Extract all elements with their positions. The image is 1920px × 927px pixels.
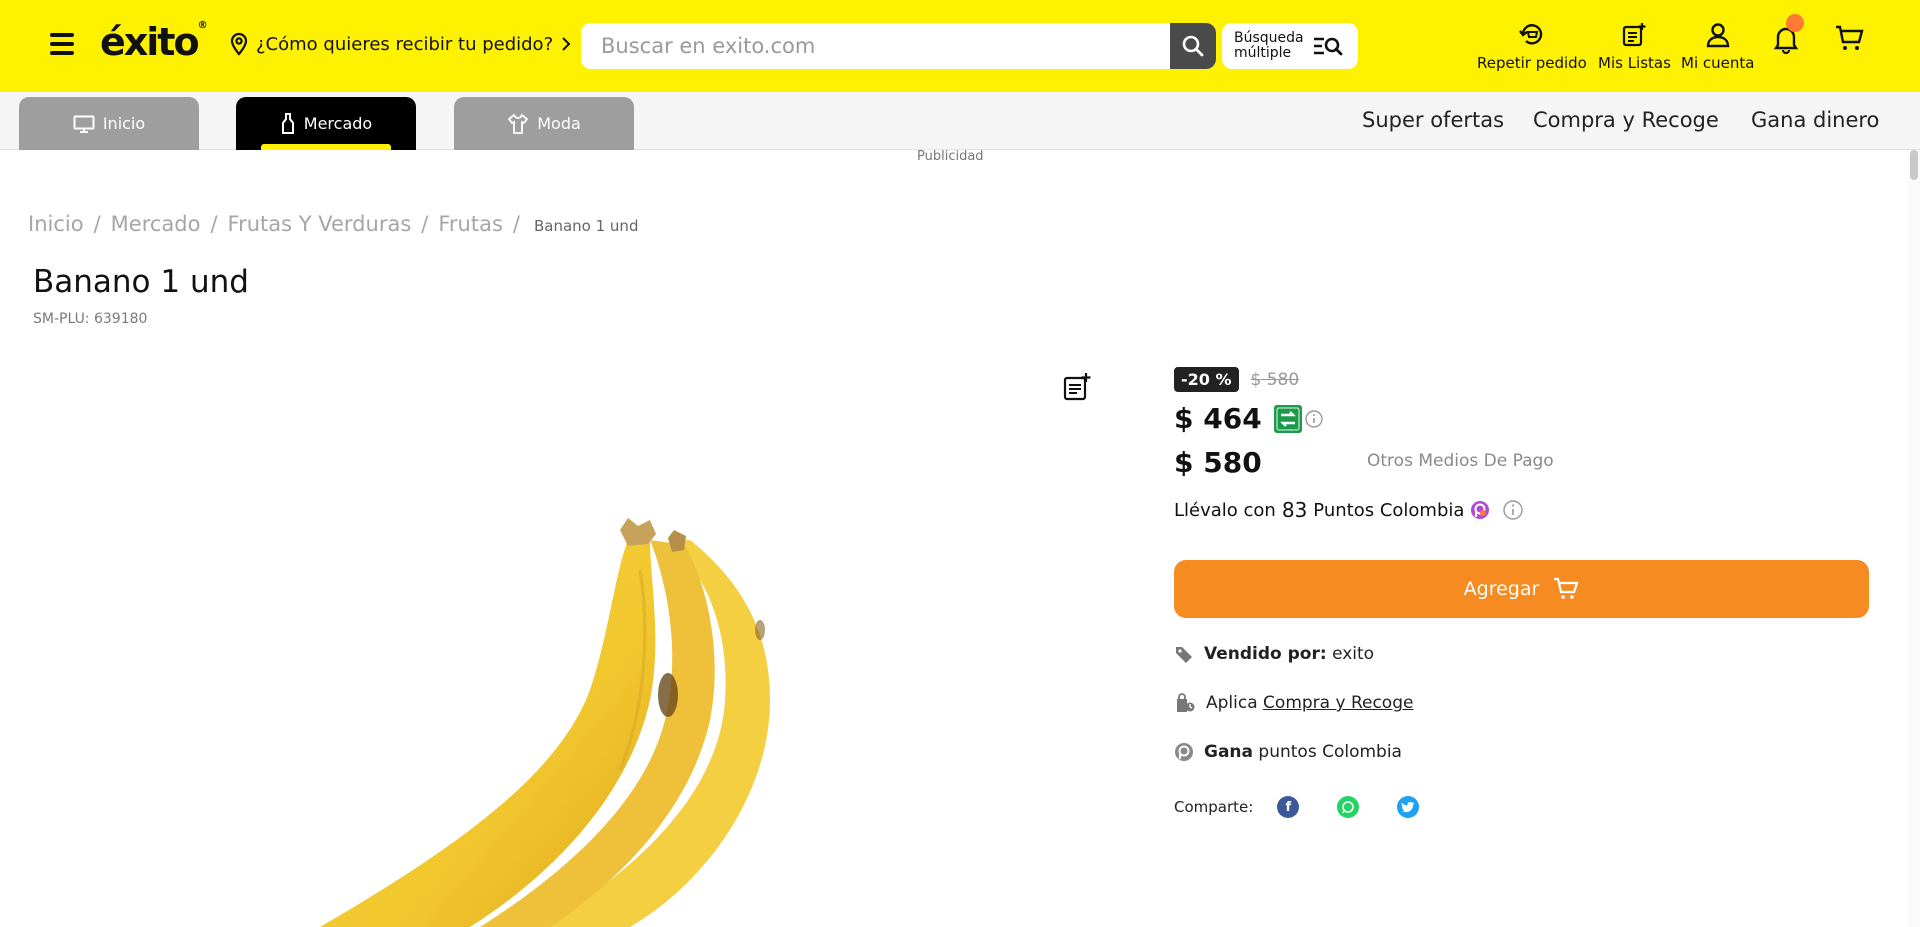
- pickup-row: Aplica Compra y Recoge: [1174, 692, 1413, 714]
- share-row: Comparte: f: [1174, 796, 1420, 818]
- tab-label: Mercado: [303, 114, 373, 133]
- my-account-button[interactable]: Mi cuenta: [1681, 22, 1754, 72]
- add-button-label: Agregar: [1463, 578, 1540, 600]
- product-plu: SM-PLU: 639180: [33, 311, 148, 327]
- card-payment-icon: [1273, 404, 1302, 433]
- notification-dot: [1786, 14, 1804, 32]
- old-price: $ 580: [1250, 369, 1300, 390]
- repeat-order-icon: [1518, 24, 1543, 45]
- whatsapp-icon[interactable]: [1337, 796, 1360, 818]
- my-account-label: Mi cuenta: [1681, 54, 1755, 72]
- chevron-right-icon: [562, 37, 571, 51]
- add-to-list-icon: [1063, 373, 1091, 401]
- active-tab-indicator: [261, 144, 391, 150]
- breadcrumb-item[interactable]: Mercado: [111, 212, 201, 236]
- multi-search-label: Búsqueda múltiple: [1234, 30, 1304, 61]
- earn-label: Gana: [1204, 742, 1253, 762]
- search-icon: [1182, 35, 1204, 57]
- location-pin-icon: [230, 32, 248, 56]
- tab-moda[interactable]: Moda: [454, 97, 634, 150]
- bottle-icon: [281, 112, 294, 134]
- monitor-icon: [73, 115, 95, 133]
- breadcrumb: Inicio / Mercado / Frutas Y Verduras / F…: [28, 212, 638, 236]
- sold-by-label: Vendido por:: [1204, 644, 1327, 664]
- breadcrumb-separator: /: [421, 212, 429, 236]
- card-price-row: $ 464: [1174, 402, 1324, 435]
- list-icon: [1623, 23, 1646, 47]
- sold-by-row: Vendido por: exito: [1174, 644, 1374, 664]
- breadcrumb-item[interactable]: Frutas Y Verduras: [228, 212, 412, 236]
- share-label: Comparte:: [1174, 798, 1254, 816]
- multi-search-icon: [1313, 37, 1343, 56]
- breadcrumb-item[interactable]: Inicio: [28, 212, 84, 236]
- points-suffix: Puntos Colombia: [1313, 499, 1465, 521]
- repeat-order-label: Repetir pedido: [1477, 54, 1587, 72]
- product-image: [320, 518, 770, 927]
- add-to-cart-button[interactable]: Agregar: [1174, 560, 1869, 618]
- search-input[interactable]: [581, 23, 1170, 69]
- points-value: 83: [1281, 498, 1308, 522]
- breadcrumb-current: Banano 1 und: [533, 217, 639, 235]
- nav-link-super-ofertas[interactable]: Super ofertas: [1362, 108, 1504, 132]
- earn-value: puntos Colombia: [1258, 742, 1402, 762]
- store-pickup-icon: [1177, 693, 1195, 712]
- breadcrumb-separator: /: [210, 212, 218, 236]
- discount-badge: -20 %: [1174, 367, 1239, 392]
- search-button[interactable]: [1170, 23, 1216, 69]
- sold-by-value: exito: [1332, 644, 1375, 664]
- logo[interactable]: éxito®: [100, 20, 208, 64]
- other-price: $ 580: [1174, 446, 1262, 479]
- breadcrumb-item[interactable]: Frutas: [438, 212, 503, 236]
- cart-button[interactable]: [1834, 24, 1864, 56]
- puntos-colombia-icon: [1471, 501, 1490, 519]
- repeat-order-button[interactable]: Repetir pedido: [1477, 22, 1587, 72]
- facebook-icon[interactable]: f: [1277, 796, 1300, 818]
- shirt-icon: [507, 113, 529, 134]
- points-row: Llévalo con 83 Puntos Colombia: [1174, 498, 1524, 522]
- add-to-list-button[interactable]: [1062, 372, 1092, 406]
- puntos-colombia-icon: [1175, 743, 1193, 761]
- header: éxito® ¿Cómo quieres recibir tu pedido? …: [0, 0, 1920, 92]
- delivery-prompt: ¿Cómo quieres recibir tu pedido?: [256, 33, 554, 55]
- card-price: $ 464: [1174, 402, 1262, 435]
- info-icon[interactable]: [1502, 499, 1524, 521]
- page-scrollbar[interactable]: [1908, 150, 1920, 927]
- tab-inicio[interactable]: Inicio: [19, 97, 199, 150]
- menu-icon[interactable]: [48, 30, 76, 58]
- cart-icon: [1836, 25, 1864, 50]
- user-icon: [1706, 23, 1729, 48]
- my-lists-label: Mis Listas: [1598, 54, 1671, 72]
- tab-label: Inicio: [102, 114, 146, 133]
- other-payment-label: Otros Medios De Pago: [1367, 451, 1554, 471]
- breadcrumb-separator: /: [93, 212, 101, 236]
- twitter-icon[interactable]: [1397, 796, 1420, 818]
- scrollbar-thumb[interactable]: [1910, 150, 1918, 180]
- cart-icon: [1554, 577, 1579, 599]
- applies-label: Aplica: [1206, 693, 1258, 713]
- nav-link-gana-dinero[interactable]: Gana dinero: [1751, 108, 1879, 132]
- tag-icon: [1176, 647, 1192, 663]
- delivery-selector[interactable]: ¿Cómo quieres recibir tu pedido?: [228, 32, 573, 56]
- info-icon[interactable]: [1304, 409, 1324, 429]
- my-lists-button[interactable]: Mis Listas: [1598, 22, 1671, 72]
- notifications-button[interactable]: [1772, 14, 1804, 58]
- discount-row: -20 % $ 580: [1174, 367, 1299, 392]
- points-prefix: Llévalo con: [1174, 499, 1276, 521]
- tab-label: Moda: [537, 114, 581, 133]
- ad-label: Publicidad: [917, 149, 984, 164]
- earn-points-row: Gana puntos Colombia: [1174, 742, 1402, 762]
- compra-y-recoge-link[interactable]: Compra y Recoge: [1263, 693, 1413, 713]
- product-title: Banano 1 und: [33, 264, 249, 300]
- tab-mercado[interactable]: Mercado: [236, 97, 416, 150]
- search-bar: [581, 23, 1216, 69]
- multi-search-button[interactable]: Búsqueda múltiple: [1222, 23, 1358, 69]
- nav-link-compra-y-recoge[interactable]: Compra y Recoge: [1533, 108, 1719, 132]
- breadcrumb-separator: /: [512, 212, 520, 236]
